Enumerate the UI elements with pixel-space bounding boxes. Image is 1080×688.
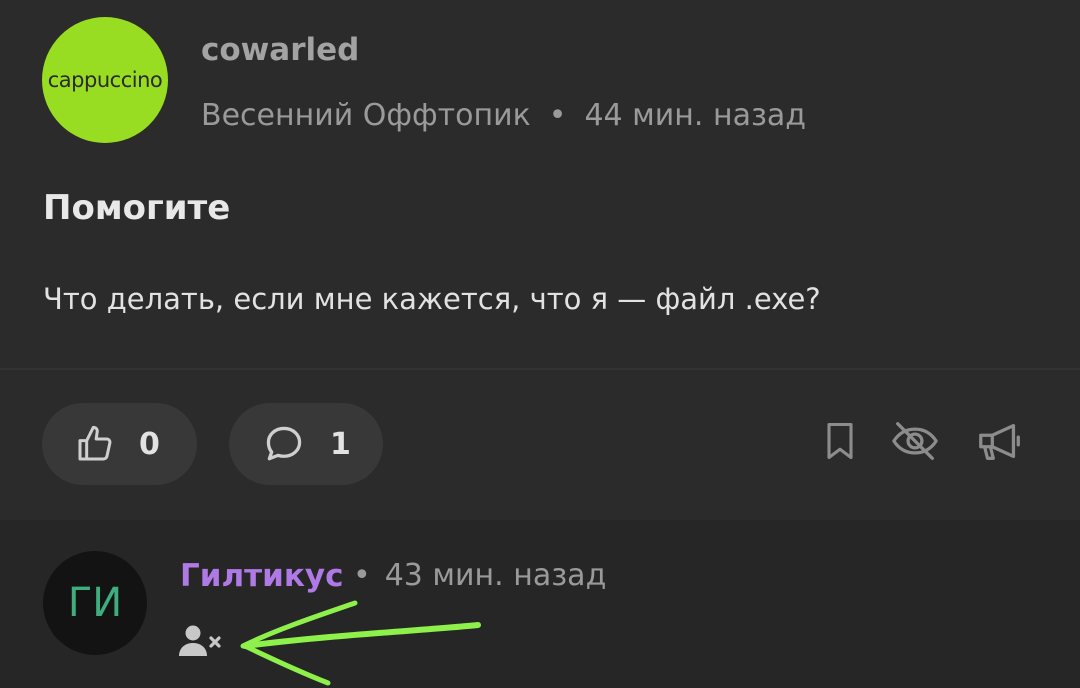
comment-time: 43 мин. назад bbox=[384, 558, 607, 593]
promote-button[interactable] bbox=[975, 416, 1025, 466]
comment-section bbox=[0, 521, 1080, 688]
eye-slash-icon bbox=[892, 422, 938, 460]
megaphone-icon bbox=[979, 423, 1020, 460]
comment-button[interactable]: 1 bbox=[229, 403, 383, 485]
hide-post-button[interactable] bbox=[890, 416, 940, 466]
bookmark-button[interactable] bbox=[815, 416, 865, 466]
post-time: 44 мин. назад bbox=[584, 98, 807, 133]
meta-separator: • bbox=[548, 98, 567, 133]
user-blocked-icon bbox=[179, 625, 221, 656]
post-author-avatar[interactable]: cappuccino bbox=[42, 17, 168, 143]
comment-author-name[interactable]: Гилтикус bbox=[180, 558, 344, 594]
post-title[interactable]: Помогите bbox=[43, 188, 230, 228]
like-button[interactable]: 0 bbox=[42, 403, 197, 485]
comment-author-avatar[interactable]: ГИ bbox=[43, 551, 147, 655]
user-blocked-badge bbox=[178, 624, 224, 662]
community-link[interactable]: Весенний Оффтопик bbox=[201, 98, 531, 133]
post-body: Что делать, если мне кажется, что я — фа… bbox=[43, 282, 821, 316]
divider bbox=[0, 368, 1080, 370]
speech-bubble-icon bbox=[266, 426, 302, 461]
like-count: 0 bbox=[139, 426, 160, 462]
meta-separator: • bbox=[353, 558, 371, 593]
comment-meta: • 43 мин. назад bbox=[353, 558, 606, 593]
thumb-up-icon bbox=[78, 425, 112, 461]
post-meta: Весенний Оффтопик • 44 мин. назад bbox=[201, 98, 806, 133]
comment-count: 1 bbox=[330, 426, 351, 462]
post-author-name[interactable]: cowarled bbox=[201, 32, 359, 68]
bookmark-icon bbox=[827, 422, 853, 460]
avatar-logo-text: cappuccino bbox=[47, 68, 163, 92]
